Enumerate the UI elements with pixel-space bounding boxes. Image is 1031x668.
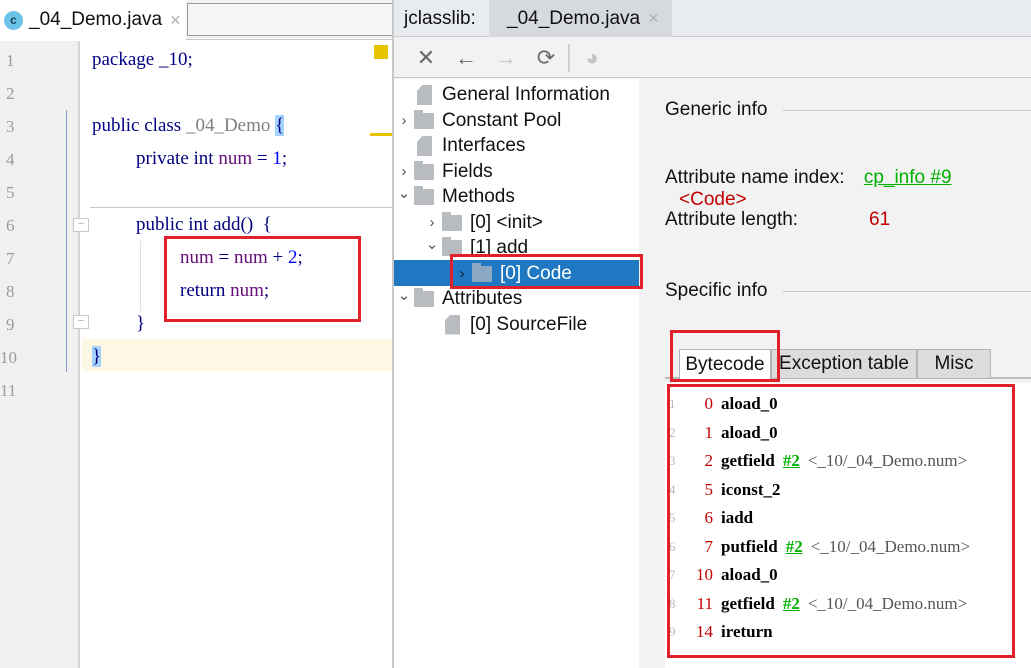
scope-indicator — [66, 110, 67, 372]
tree-node-label: Interfaces — [442, 135, 526, 156]
code-area[interactable]: package _10; public class _04_Demo { pri… — [82, 41, 392, 668]
tree-node-label: General Information — [442, 84, 610, 105]
tree-node-label: [0] SourceFile — [470, 313, 588, 335]
line-number: 10 — [0, 348, 17, 367]
line-number: 5 — [6, 183, 15, 202]
specific-info-section: Specific info — [665, 280, 1031, 302]
line-number: 8 — [6, 282, 15, 301]
document-icon — [417, 85, 432, 105]
annotation-box-tree-code — [450, 254, 643, 289]
chevron-right-icon[interactable]: › — [394, 163, 414, 180]
line-number: 1 — [6, 51, 15, 70]
tree-node[interactable]: ⌄ Attributes — [394, 286, 523, 312]
attribute-length-label: Attribute length: — [665, 209, 799, 230]
line-number: 9 — [6, 315, 15, 334]
tab-misc[interactable]: Misc — [917, 349, 991, 379]
folder-icon — [442, 211, 462, 231]
close-icon[interactable]: × — [170, 10, 181, 31]
refresh-icon[interactable]: ⟳ — [526, 43, 566, 73]
document-icon — [445, 314, 460, 335]
annotation-box-source — [164, 236, 361, 322]
attribute-name-index-label: Attribute name index: — [665, 167, 845, 188]
back-arrow-icon[interactable]: ← — [446, 43, 486, 73]
code-line-9: } — [136, 313, 146, 334]
chevron-right-icon[interactable]: › — [422, 214, 442, 231]
attribute-length-row: Attribute length: 61 — [665, 209, 890, 231]
document-icon — [417, 136, 432, 156]
tree-node-label: [0] <init> — [470, 211, 543, 233]
tree-node-label: Constant Pool — [442, 109, 562, 131]
close-file-icon[interactable]: ✕ — [406, 43, 446, 73]
code-line-3: public class _04_Demo { — [92, 115, 285, 136]
cp-info-link[interactable]: cp_info #9 — [864, 167, 952, 188]
tree-node[interactable]: › Fields — [394, 159, 493, 185]
jclasslib-tab-title: _04_Demo.java — [507, 7, 641, 29]
tree-node[interactable]: › [0] <init> — [422, 210, 543, 236]
editor-tab-bar: c _04_Demo.java × — [0, 0, 392, 40]
chevron-right-icon[interactable]: › — [394, 112, 414, 129]
class-structure-tree[interactable]: General Information › Constant Pool Interfa… — [394, 79, 639, 668]
jclasslib-panel: jclasslib: _04_Demo.java × ✕ ← → ⟳ ◕ Gen… — [392, 0, 1031, 668]
line-number: 2 — [6, 84, 15, 103]
tree-node[interactable]: › Constant Pool — [394, 108, 561, 134]
generic-info-section: Generic info — [665, 99, 1031, 121]
web-browser-icon[interactable]: ◕ — [572, 43, 612, 73]
tree-node-label: Fields — [442, 160, 493, 182]
attribute-length-value: 61 — [869, 209, 891, 230]
line-number: 11 — [0, 381, 17, 400]
tree-node[interactable]: [0] SourceFile — [422, 312, 587, 338]
section-divider — [783, 109, 1031, 111]
folder-icon — [414, 109, 434, 129]
tree-node-label: Attributes — [442, 288, 523, 309]
line-number: 7 — [6, 249, 15, 268]
specific-info-title: Specific info — [665, 280, 768, 301]
line-number: 4 — [6, 150, 15, 169]
code-line-6: public int add() { — [136, 214, 272, 235]
line-number: 6 — [6, 216, 15, 235]
annotation-box-bytecode — [667, 384, 1015, 658]
folder-icon — [414, 160, 434, 180]
folder-icon — [414, 186, 434, 205]
line-number: 3 — [6, 117, 15, 136]
editor-tab-title: _04_Demo.java — [29, 9, 163, 30]
tab-exception-table[interactable]: Exception table — [771, 349, 917, 379]
java-class-icon: c — [4, 10, 23, 30]
section-divider — [783, 290, 1031, 292]
attribute-name-value: <Code> — [679, 189, 747, 210]
editor-tab-area-empty — [187, 3, 392, 36]
jclasslib-tab-demo-java[interactable]: _04_Demo.java × — [489, 0, 672, 37]
jclasslib-toolbar: ✕ ← → ⟳ ◕ — [394, 38, 1031, 78]
tree-node-label: Methods — [442, 186, 515, 207]
generic-info-title: Generic info — [665, 99, 768, 120]
chevron-down-icon[interactable]: ⌄ — [394, 184, 414, 202]
jclasslib-tab-bar: jclasslib: _04_Demo.java × — [394, 0, 1031, 37]
annotation-box-bytecode-tab — [670, 330, 780, 382]
chevron-down-icon[interactable]: ⌄ — [394, 286, 414, 304]
chevron-down-icon[interactable]: ⌄ — [422, 235, 442, 253]
tree-node[interactable]: Interfaces — [394, 133, 525, 159]
editor-tab-demo-java[interactable]: c _04_Demo.java × — [0, 0, 186, 40]
code-line-1: package _10; — [92, 49, 193, 70]
code-line-10: } — [92, 346, 102, 367]
tree-node[interactable]: ⌄ Methods — [394, 184, 515, 210]
code-editor: c _04_Demo.java × 1 2 3 4 5 6 7 8 9 10 11 − − pack… — [0, 0, 392, 668]
close-icon[interactable]: × — [648, 8, 659, 29]
forward-arrow-icon[interactable]: → — [486, 43, 526, 73]
folder-icon — [414, 288, 434, 307]
attribute-name-index-row: Attribute name index: cp_info #9 <Code> — [665, 167, 1031, 211]
code-line-4: private int num = 1; — [136, 148, 288, 169]
tree-node[interactable]: General Information — [394, 82, 610, 108]
jclasslib-label: jclasslib: — [404, 8, 476, 29]
toolbar-separator — [568, 43, 570, 72]
